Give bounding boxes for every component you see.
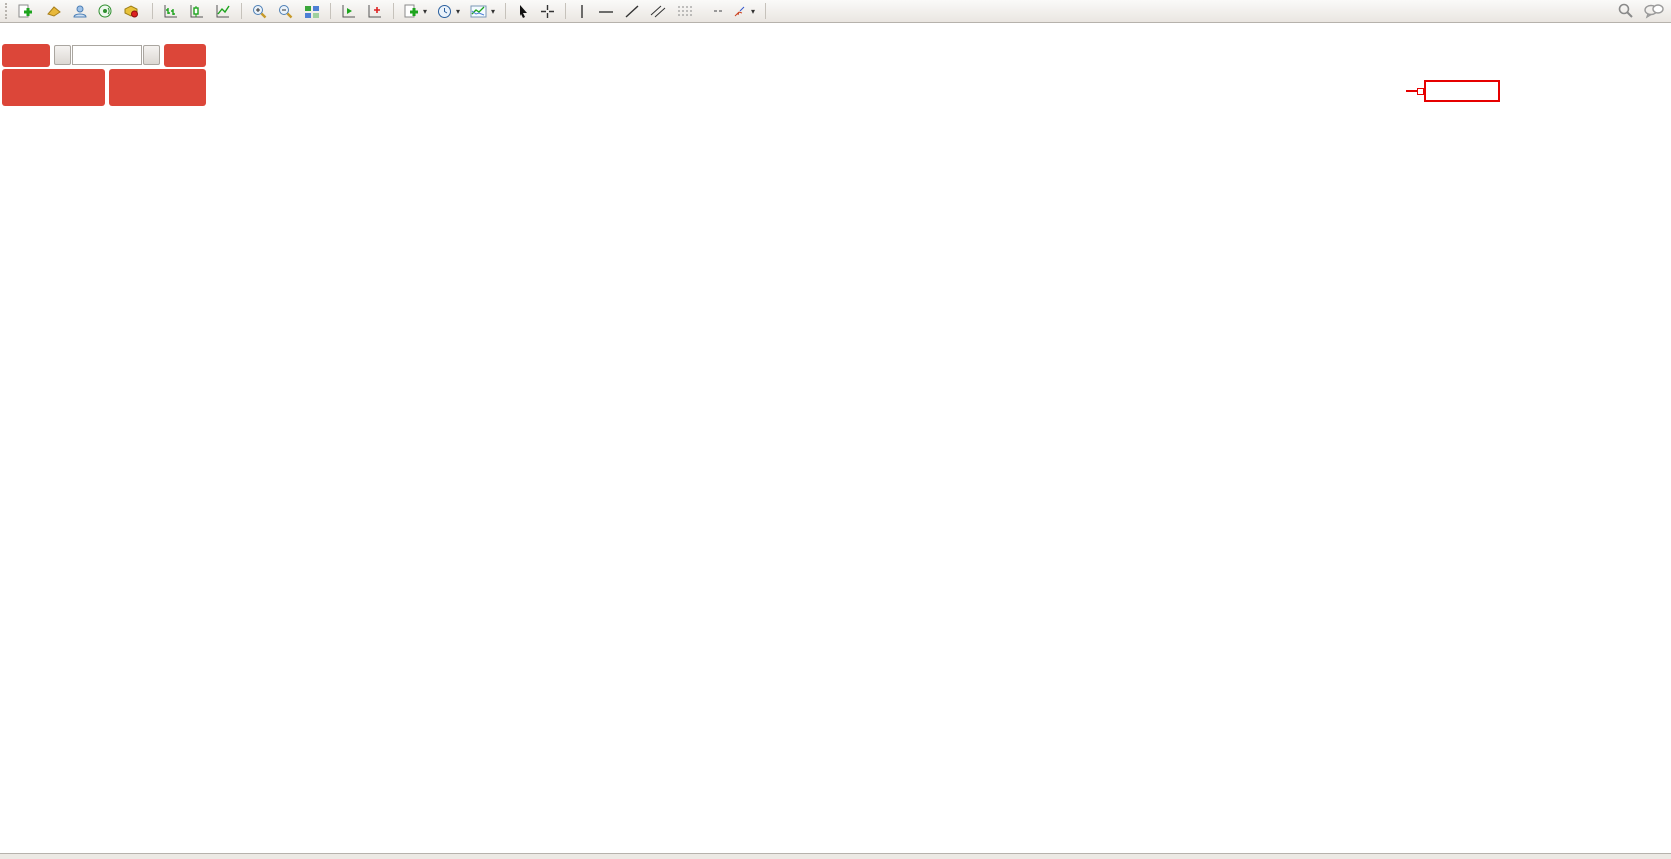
chart-canvas[interactable] (0, 0, 1671, 859)
volume-increase-button[interactable] (143, 45, 160, 65)
window-bottom-strip (0, 853, 1671, 859)
price-callout-anchor (1417, 88, 1424, 95)
mt4-window: { "toolbar": { "new_order": "新订单", "auto… (0, 0, 1671, 859)
chart-title-bar (4, 29, 28, 41)
buy-button[interactable] (164, 44, 206, 67)
sell-price-button[interactable] (2, 69, 105, 106)
price-callout-label[interactable] (1424, 80, 1500, 102)
one-click-trading-panel (2, 43, 206, 106)
volume-decrease-button[interactable] (54, 45, 71, 65)
sell-button[interactable] (2, 44, 50, 67)
buy-price-button[interactable] (109, 69, 206, 106)
volume-input[interactable] (72, 45, 142, 65)
